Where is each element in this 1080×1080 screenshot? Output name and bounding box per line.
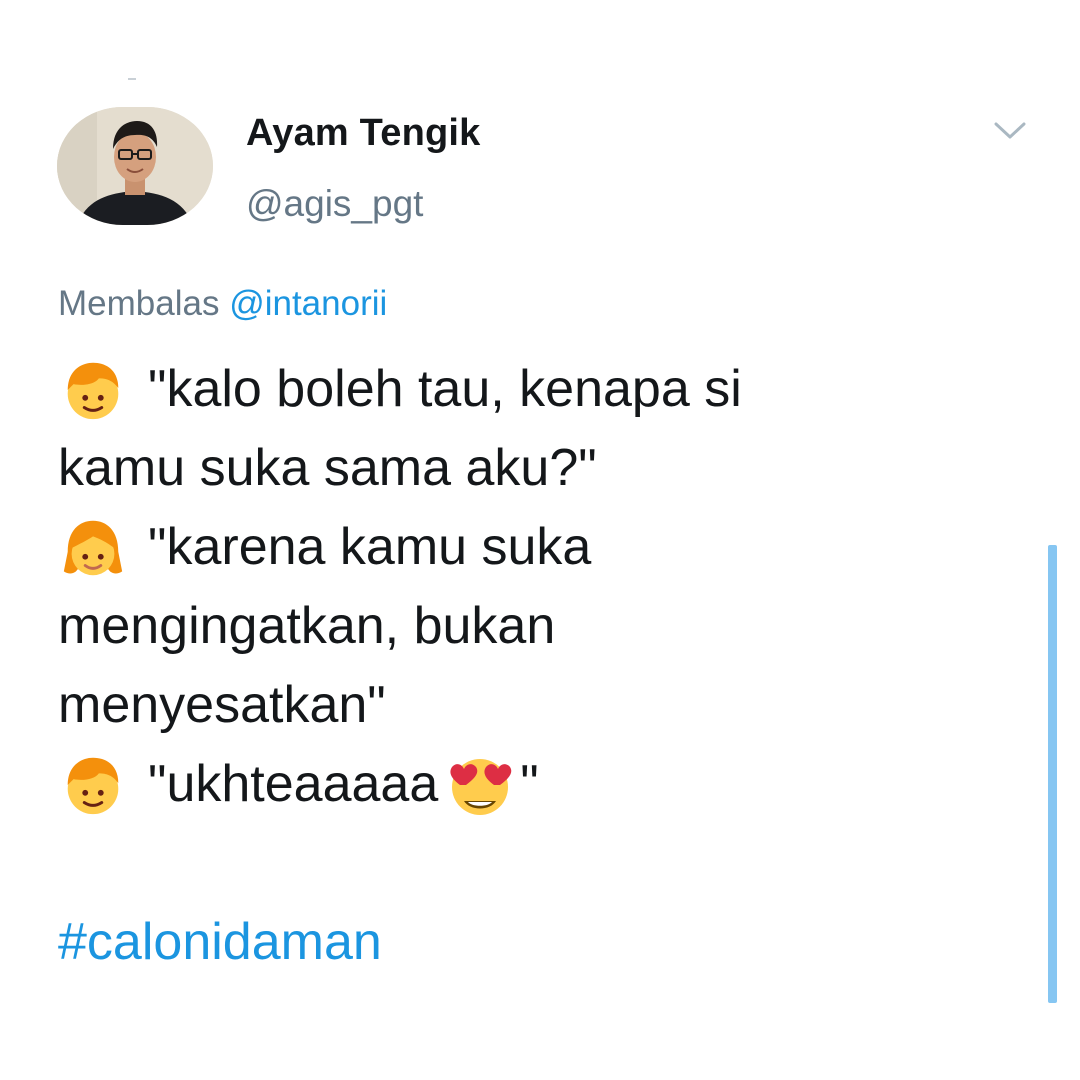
tweet-line: kamu suka sama aku?"	[58, 429, 958, 508]
reply-context: Membalas @intanorii	[58, 284, 387, 324]
tweet-line: mengingatkan, bukan	[58, 587, 958, 666]
hashtag-link[interactable]: #calonidaman	[58, 903, 382, 982]
chevron-down-icon[interactable]	[990, 116, 1030, 144]
tweet-line-text: kamu suka sama aku?"	[58, 439, 597, 497]
tweet-line-text: "karena kamu suka	[148, 518, 592, 576]
reply-prefix: Membalas	[58, 284, 220, 323]
avatar[interactable]	[57, 107, 213, 225]
tweet-line: "karena kamu suka	[58, 508, 958, 587]
tweet-line: "kalo boleh tau, kenapa si	[58, 350, 958, 429]
tweet-line: #calonidaman	[58, 903, 958, 982]
display-name[interactable]: Ayam Tengik	[246, 112, 481, 155]
tweet-line: menyesatkan"	[58, 666, 958, 745]
top-divider	[128, 78, 136, 80]
tweet-screen: Ayam Tengik @agis_pgt Membalas @intanori…	[0, 0, 1080, 1080]
tweet-text: "kalo boleh tau, kenapa si kamu suka sam…	[58, 350, 958, 982]
scrollbar[interactable]	[1048, 545, 1057, 1003]
smiling-face-with-heart-eyes-emoji	[450, 758, 512, 815]
tweet-line-text: "ukhteaaaaa	[148, 755, 439, 813]
tweet-line-text: "	[520, 755, 539, 813]
user-handle[interactable]: @agis_pgt	[246, 183, 423, 225]
tweet-line-text: menyesatkan"	[58, 676, 386, 734]
girl-emoji	[63, 520, 123, 575]
reply-mention-link[interactable]: @intanorii	[229, 284, 387, 323]
tweet-line-text: mengingatkan, bukan	[58, 597, 556, 655]
boy-emoji	[67, 757, 119, 814]
tweet-line-text: "kalo boleh tau, kenapa si	[148, 360, 742, 418]
boy-emoji	[67, 362, 119, 419]
tweet-line: "ukhteaaaaa "	[58, 745, 958, 824]
